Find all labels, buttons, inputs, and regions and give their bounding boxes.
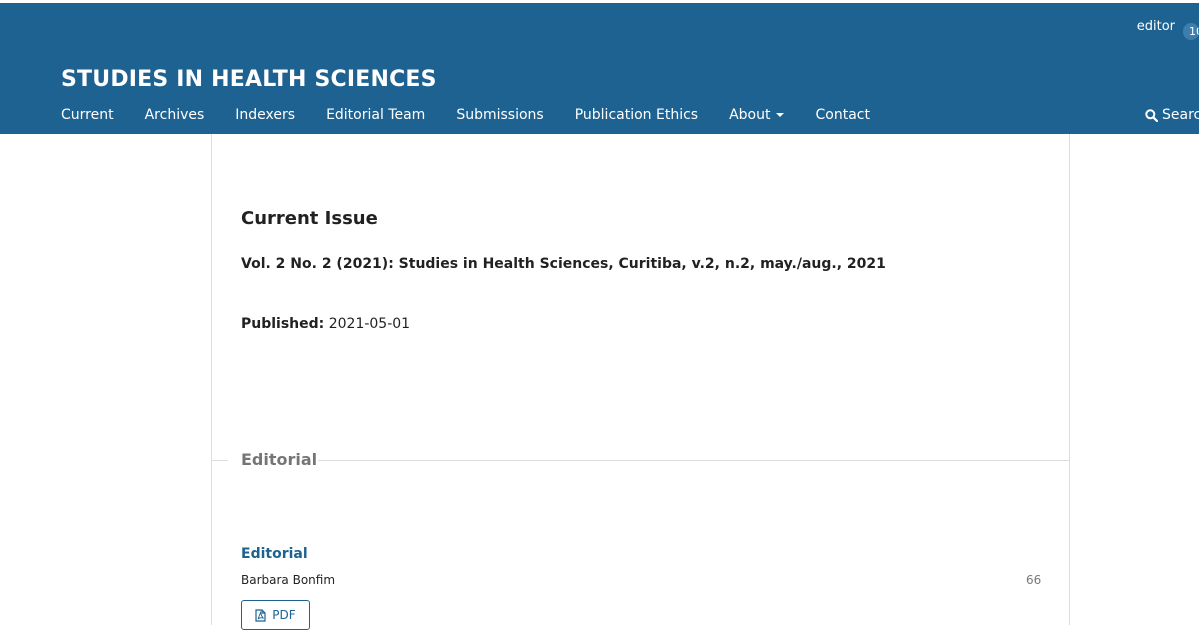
article-title-link[interactable]: Editorial (241, 546, 308, 562)
task-count-badge[interactable]: 10 (1183, 23, 1199, 40)
primary-nav: Current Archives Indexers Editorial Team… (61, 107, 901, 123)
section-divider (318, 460, 1070, 461)
nav-item-editorial-team[interactable]: Editorial Team (326, 107, 425, 123)
nav-item-archives[interactable]: Archives (145, 107, 205, 123)
pdf-button-label: PDF (272, 608, 296, 622)
page-title: Current Issue (241, 208, 378, 229)
search-icon (1145, 108, 1158, 122)
section-title: Editorial (241, 450, 318, 469)
article-author: Barbara Bonfim (241, 573, 336, 587)
site-title[interactable]: STUDIES IN HEALTH SCIENCES (61, 67, 437, 92)
nav-item-publication-ethics[interactable]: Publication Ethics (575, 107, 698, 123)
published-date: Published: 2021-05-01 (241, 316, 410, 332)
search-link[interactable]: Search (1145, 107, 1199, 123)
article-pages: 66 (1026, 573, 1042, 587)
pdf-galley-button[interactable]: PDF (241, 600, 310, 630)
nav-item-submissions[interactable]: Submissions (456, 107, 543, 123)
issue-title: Vol. 2 No. 2 (2021): Studies in Health S… (241, 256, 886, 272)
nav-item-contact[interactable]: Contact (815, 107, 869, 123)
published-label: Published: (241, 316, 325, 332)
search-label: Search (1162, 107, 1199, 123)
user-menu-name[interactable]: editor (1137, 19, 1175, 34)
pdf-file-icon (255, 608, 266, 622)
nav-item-current[interactable]: Current (61, 107, 114, 123)
main-content: Current Issue Vol. 2 No. 2 (2021): Studi… (211, 134, 1070, 630)
nav-item-about[interactable]: About (729, 107, 785, 123)
published-value: 2021-05-01 (328, 316, 411, 332)
user-nav[interactable]: editor 10 (1137, 13, 1199, 40)
nav-item-about-label: About (729, 107, 771, 123)
caret-down-icon (776, 113, 785, 117)
section-divider (212, 460, 228, 461)
site-header: editor 10 STUDIES IN HEALTH SCIENCES Cur… (0, 0, 1199, 134)
nav-item-indexers[interactable]: Indexers (235, 107, 295, 123)
